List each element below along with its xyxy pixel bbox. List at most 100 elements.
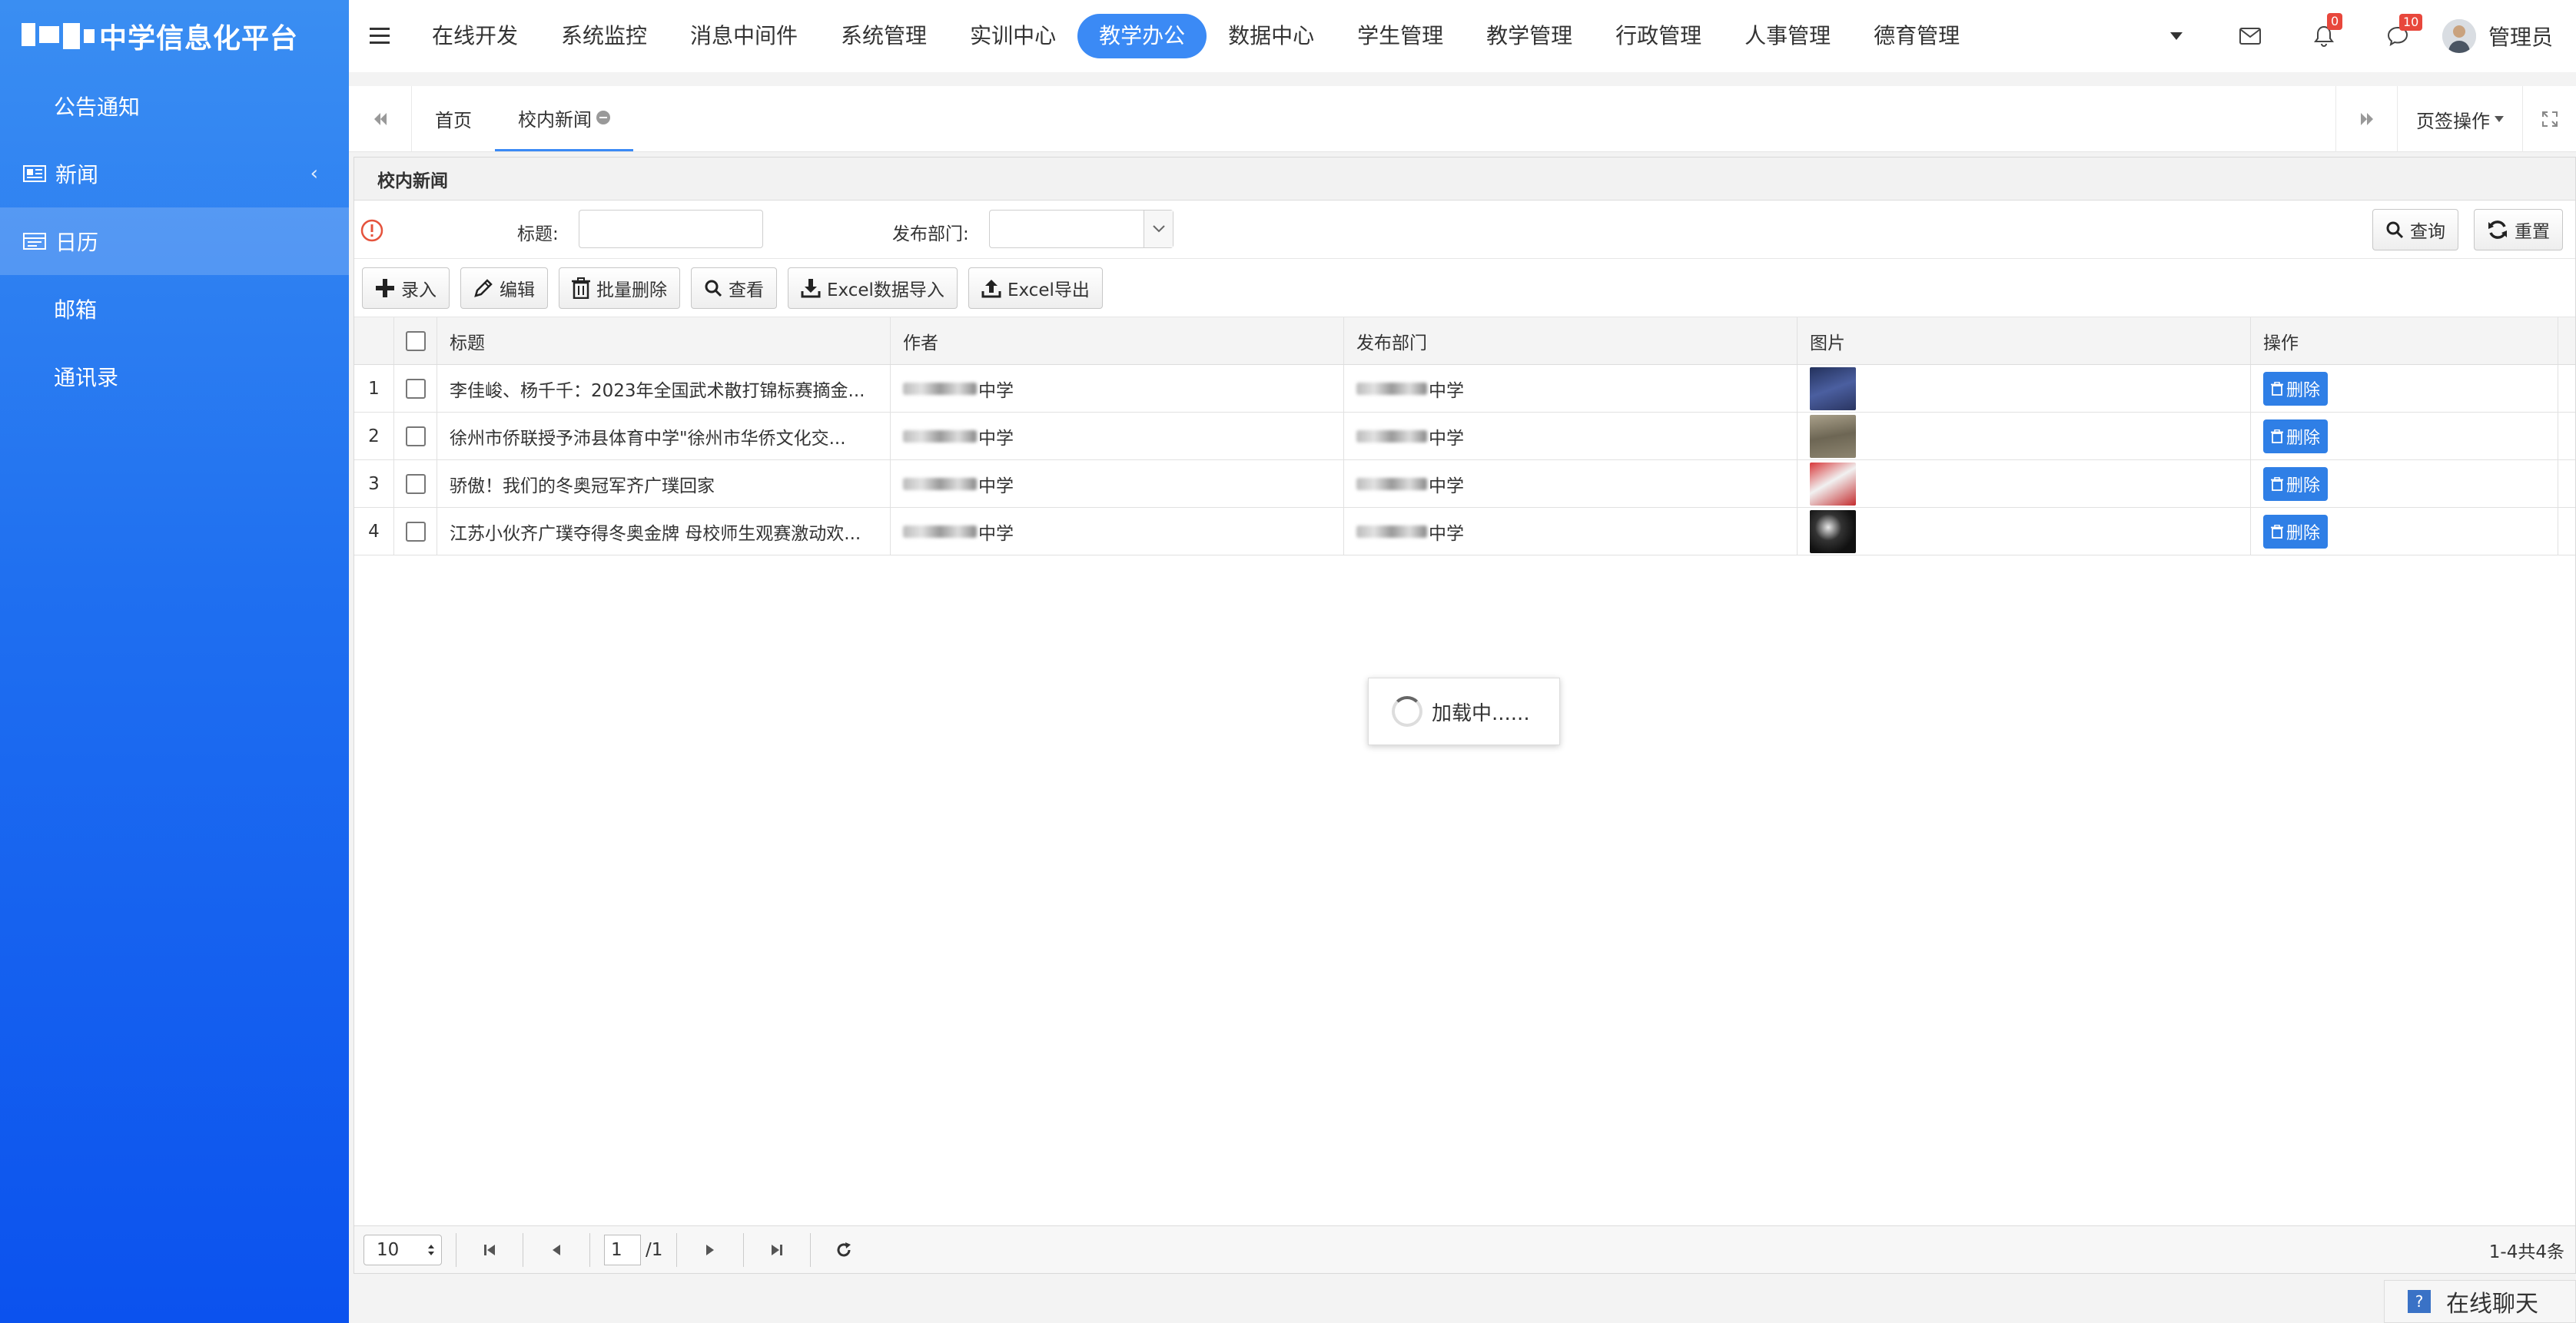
nav-tab-moral-education[interactable]: 德育管理: [1852, 14, 1981, 58]
row-image[interactable]: [1798, 413, 2251, 459]
scroll-tabs-right-icon[interactable]: [2335, 86, 2397, 152]
row-checkbox[interactable]: [394, 413, 437, 459]
delete-row-button[interactable]: 删除: [2263, 371, 2329, 406]
sidebar-item-mailbox[interactable]: 邮箱: [0, 275, 349, 343]
redacted-text: [1356, 477, 1427, 490]
row-dept-text: 中学: [1429, 523, 1464, 544]
column-header-title[interactable]: 标题: [437, 317, 891, 364]
page-number-input[interactable]: 1: [604, 1234, 641, 1265]
select-all-checkbox[interactable]: [394, 317, 437, 364]
tab-strip-controls: 页签操作: [2335, 86, 2576, 152]
news-thumbnail[interactable]: [1810, 366, 1856, 410]
news-thumbnail[interactable]: [1810, 462, 1856, 506]
row-image[interactable]: [1798, 365, 2251, 412]
row-dept-text: 中学: [1429, 380, 1464, 401]
excel-import-button[interactable]: Excel数据导入: [788, 267, 958, 309]
nav-tab-teaching-office[interactable]: 教学办公: [1077, 14, 1207, 58]
first-page-icon[interactable]: [470, 1242, 509, 1258]
add-button[interactable]: 录入: [362, 267, 450, 309]
delete-row-button[interactable]: 删除: [2263, 514, 2329, 549]
news-thumbnail[interactable]: [1810, 509, 1856, 553]
delete-row-button[interactable]: 删除: [2263, 466, 2329, 501]
sidebar-item-calendar[interactable]: 日历: [0, 207, 349, 275]
loading-text: 加载中......: [1432, 701, 1530, 725]
next-page-icon[interactable]: [691, 1242, 729, 1258]
delete-row-button[interactable]: 删除: [2263, 419, 2329, 453]
prev-page-icon[interactable]: [537, 1242, 576, 1258]
column-header-image[interactable]: 图片: [1798, 317, 2251, 364]
column-header-actions[interactable]: 操作: [2251, 317, 2558, 364]
title-search-input[interactable]: [579, 210, 763, 248]
column-header-dept[interactable]: 发布部门: [1344, 317, 1798, 364]
close-tab-icon[interactable]: [596, 111, 610, 124]
row-number: 2: [354, 413, 394, 459]
reset-button[interactable]: 重置: [2474, 209, 2563, 250]
top-right-tools: 0 10 管理员: [2139, 0, 2576, 72]
excel-export-button[interactable]: Excel导出: [968, 267, 1103, 309]
nav-tab-system-monitor[interactable]: 系统监控: [539, 14, 669, 58]
reload-icon[interactable]: [825, 1242, 863, 1258]
alert-circle-icon[interactable]: [360, 219, 383, 247]
more-tabs-caret-icon[interactable]: [2139, 32, 2213, 40]
excel-export-button-label: Excel导出: [1007, 280, 1090, 300]
nav-tab-online-dev[interactable]: 在线开发: [410, 14, 539, 58]
nav-tab-message-middleware[interactable]: 消息中间件: [669, 14, 819, 58]
nav-tab-teaching-admin[interactable]: 教学管理: [1465, 14, 1594, 58]
tab-home[interactable]: 首页: [412, 86, 495, 151]
tab-operations-dropdown[interactable]: 页签操作: [2397, 86, 2522, 152]
bell-icon[interactable]: 0: [2287, 13, 2361, 47]
scroll-tabs-left-icon[interactable]: [349, 86, 412, 151]
view-button[interactable]: 查看: [691, 267, 777, 309]
dept-select-value: [990, 211, 1144, 247]
sidebar-item-label: 通讯录: [54, 365, 119, 390]
view-button-label: 查看: [729, 280, 764, 300]
nav-tab-training-center[interactable]: 实训中心: [948, 14, 1077, 58]
sidebar-item-news[interactable]: 新闻 ‹: [0, 140, 349, 207]
upload-icon: [981, 279, 1001, 297]
user-menu[interactable]: 管理员: [2435, 19, 2576, 53]
row-checkbox[interactable]: [394, 508, 437, 555]
batch-delete-button[interactable]: 批量删除: [559, 267, 680, 309]
column-header-author[interactable]: 作者: [891, 317, 1344, 364]
news-thumbnail[interactable]: [1810, 414, 1856, 458]
newspaper-icon: [23, 164, 46, 183]
row-actions: 删除: [2251, 365, 2558, 412]
redacted-text: [1356, 525, 1427, 538]
mail-icon[interactable]: [2213, 28, 2287, 45]
spinner-icon: [1392, 696, 1422, 727]
online-chat-widget[interactable]: ? 在线聊天: [2384, 1280, 2576, 1323]
row-author: 中学: [891, 508, 1344, 555]
row-image[interactable]: [1798, 460, 2251, 507]
table-row[interactable]: 3 骄傲！我们的冬奥冠军齐广璞回家 中学 中学 删除: [354, 460, 2575, 508]
table-row[interactable]: 1 李佳峻、杨千千：2023年全国武术散打锦标赛摘金... 中学 中学 删除: [354, 365, 2575, 413]
last-page-icon[interactable]: [758, 1242, 796, 1258]
row-dept-text: 中学: [1429, 428, 1464, 449]
edit-button[interactable]: 编辑: [460, 267, 548, 309]
tab-campus-news[interactable]: 校内新闻: [495, 86, 633, 151]
table-header: 标题 作者 发布部门 图片 操作: [354, 317, 2575, 365]
row-checkbox[interactable]: [394, 460, 437, 507]
nav-tab-student-admin[interactable]: 学生管理: [1336, 14, 1465, 58]
dept-select[interactable]: [989, 210, 1173, 248]
app-logo[interactable]: 中学信息化平台: [0, 0, 349, 72]
news-table: 标题 作者 发布部门 图片 操作 1 李佳峻、杨千千：2023年全国武术散打锦标…: [354, 317, 2575, 555]
nav-tab-hr[interactable]: 人事管理: [1723, 14, 1852, 58]
delete-row-label: 删除: [2286, 380, 2321, 400]
row-author: 中学: [891, 460, 1344, 507]
nav-tab-system-admin[interactable]: 系统管理: [819, 14, 948, 58]
row-image[interactable]: [1798, 508, 2251, 555]
sidebar-item-notice[interactable]: 公告通知: [0, 72, 349, 140]
nav-tab-administration[interactable]: 行政管理: [1594, 14, 1723, 58]
page-size-select[interactable]: 10: [363, 1234, 442, 1265]
row-checkbox[interactable]: [394, 365, 437, 412]
table-row[interactable]: 2 徐州市侨联授予沛县体育中学"徐州市华侨文化交... 中学 中学 删除: [354, 413, 2575, 460]
table-row[interactable]: 4 江苏小伙齐广璞夺得冬奥金牌 母校师生观赛激动欢... 中学 中学 删除: [354, 508, 2575, 555]
row-dept: 中学: [1344, 365, 1798, 412]
sidebar-item-contacts[interactable]: 通讯录: [0, 343, 349, 410]
loading-indicator: 加载中......: [1368, 678, 1560, 745]
menu-toggle-icon[interactable]: [349, 28, 410, 45]
fullscreen-icon[interactable]: [2522, 86, 2576, 152]
chat-bubble-icon[interactable]: 10: [2361, 14, 2435, 46]
query-button[interactable]: 查询: [2372, 209, 2458, 250]
nav-tab-data-center[interactable]: 数据中心: [1207, 14, 1336, 58]
